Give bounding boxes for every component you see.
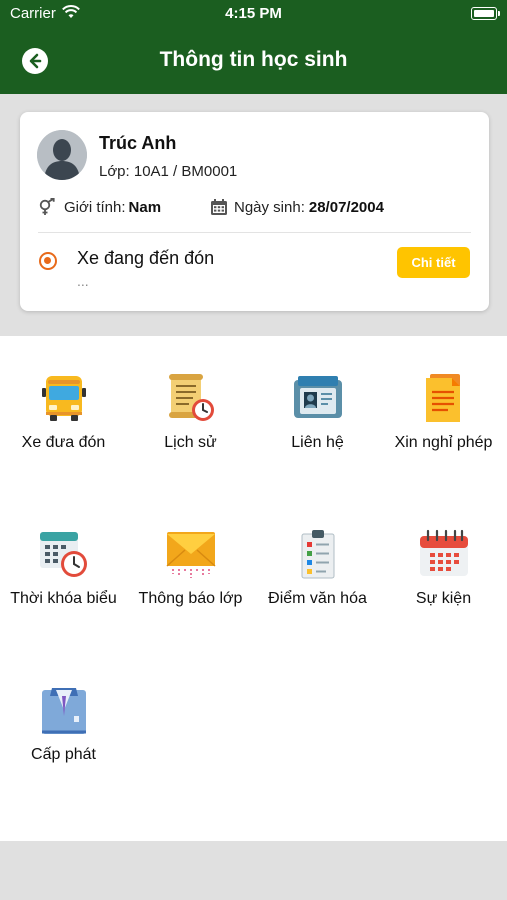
student-info-card: Trúc Anh Lớp: 10A1 / BM0001 Giới tính: N… <box>20 112 489 311</box>
uniform-issue-shirt-icon <box>38 684 90 736</box>
menu-item-label: Thông báo lớp <box>138 590 243 607</box>
calendar-icon <box>210 198 228 216</box>
leave-request-document-icon <box>418 372 470 424</box>
menu-item-grades[interactable]: Điểm văn hóa <box>254 492 381 612</box>
menu-item-class-notice[interactable]: Thông báo lớp <box>127 492 254 612</box>
history-scroll-clock-icon <box>165 372 217 424</box>
menu-item-label: Xe đưa đón <box>21 434 106 451</box>
class-notice-envelope-icon <box>165 528 217 580</box>
divider <box>38 232 471 233</box>
menu-item-leave-request[interactable]: Xin nghỉ phép <box>380 336 507 456</box>
gender-label: Giới tính: <box>64 198 126 216</box>
dob-row: Ngày sinh: 28/07/2004 <box>210 198 384 216</box>
menu-item-label: Điểm văn hóa <box>268 590 367 607</box>
status-bar: Carrier 4:15 PM <box>0 0 507 28</box>
menu-item-label: Xin nghỉ phép <box>394 434 493 451</box>
app-header: Thông tin học sinh <box>0 28 507 94</box>
pickup-status-text: Xe đang đến đón <box>77 248 215 268</box>
detail-button[interactable]: Chi tiết <box>397 247 470 278</box>
gender-value: Nam <box>128 198 162 216</box>
pickup-status-subtext: ... <box>77 273 89 289</box>
menu-item-contact[interactable]: Liên hệ <box>254 336 381 456</box>
timetable-calendar-clock-icon <box>38 528 90 580</box>
event-calendar-icon <box>418 528 470 580</box>
avatar <box>37 130 87 180</box>
student-name: Trúc Anh <box>99 133 177 153</box>
menu-item-bus[interactable]: Xe đưa đón <box>0 336 127 456</box>
menu-item-label: Cấp phát <box>31 746 96 763</box>
menu-item-label: Liên hệ <box>291 434 344 451</box>
dob-label: Ngày sinh: <box>234 198 305 216</box>
menu-item-history[interactable]: Lịch sử <box>127 336 254 456</box>
clock-time: 4:15 PM <box>225 5 282 22</box>
gender-row: Giới tính: Nam <box>38 198 161 216</box>
page-title: Thông tin học sinh <box>159 48 348 71</box>
contact-card-icon <box>292 372 344 424</box>
battery-icon <box>471 7 500 20</box>
pickup-status-indicator-icon <box>39 252 57 270</box>
dob-value: 28/07/2004 <box>308 198 384 216</box>
menu-item-events[interactable]: Sự kiện <box>380 492 507 612</box>
menu-item-label: Thời khóa biểu <box>10 590 117 607</box>
menu-item-timetable[interactable]: Thời khóa biểu <box>0 492 127 612</box>
grades-clipboard-icon <box>292 528 344 580</box>
menu-item-label: Lịch sử <box>164 434 217 451</box>
student-class: Lớp: 10A1 / BM0001 <box>99 163 238 180</box>
menu-item-label: Sự kiện <box>415 590 472 607</box>
gender-icon <box>38 198 58 216</box>
menu-item-supply[interactable]: Cấp phát <box>0 648 127 768</box>
school-bus-icon <box>38 372 90 424</box>
feature-menu: Xe đưa đón Lịch sử Liên hệ Xin nghỉ phép… <box>0 336 507 841</box>
